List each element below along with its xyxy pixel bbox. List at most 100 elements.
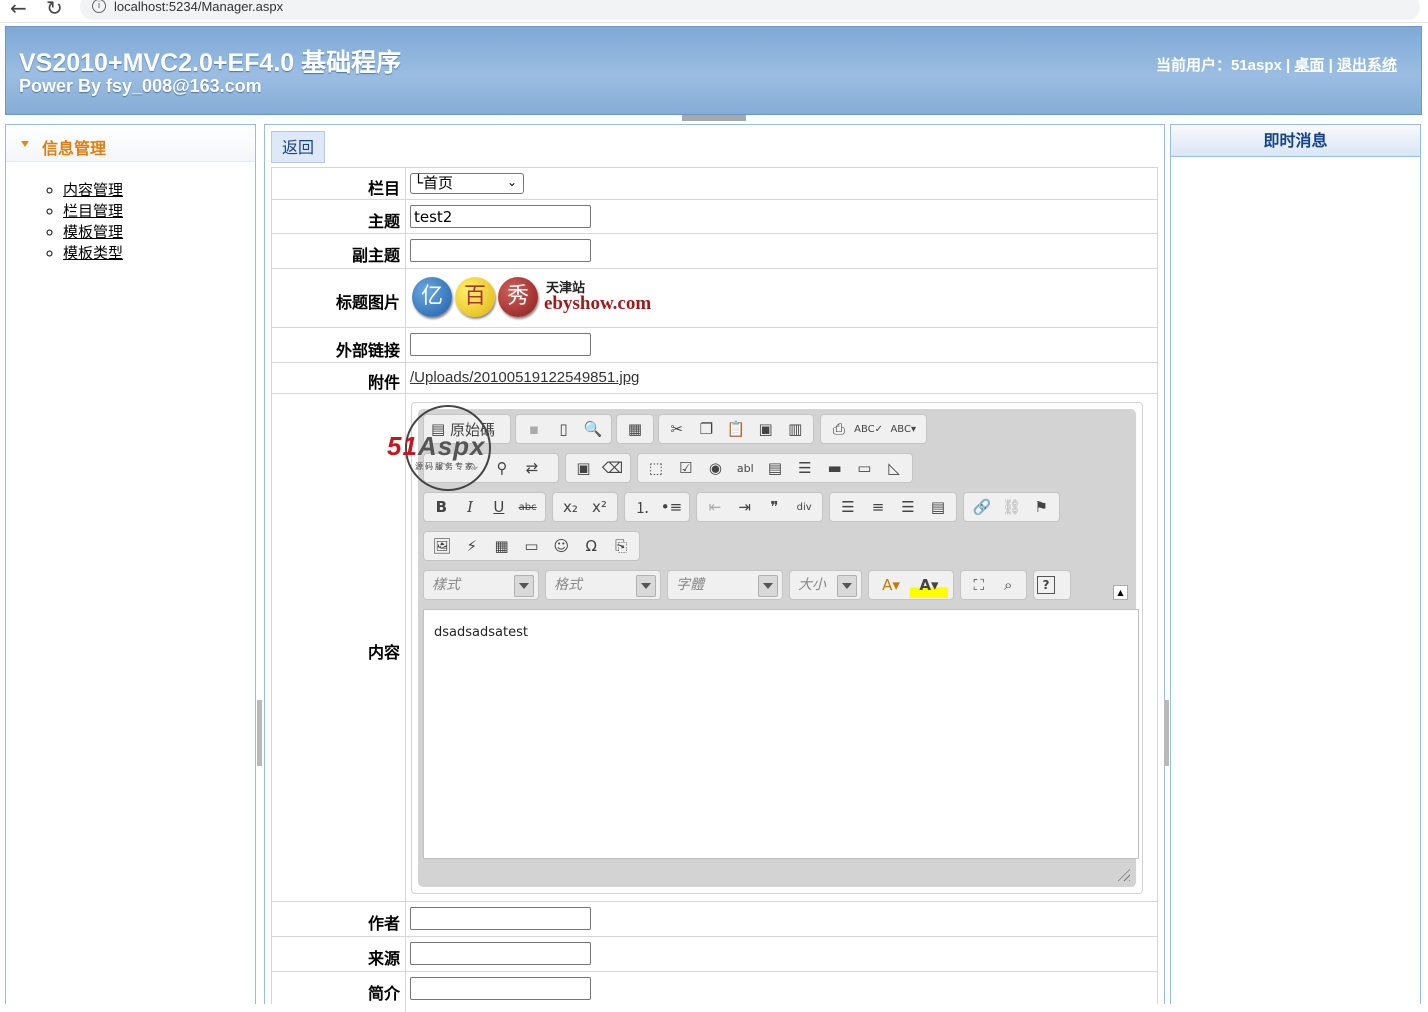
flash-icon[interactable]: ⚡ — [457, 533, 487, 559]
image-button-icon[interactable]: ▭ — [849, 455, 879, 481]
help-icon[interactable]: ? — [1037, 576, 1055, 594]
strikethrough-icon[interactable]: abc — [513, 494, 542, 520]
back-arrow-icon[interactable]: ← — [10, 0, 27, 20]
right-panel-title[interactable]: 即时消息 — [1171, 125, 1420, 157]
radio-icon[interactable]: ◉ — [701, 455, 731, 481]
external-link-label: 外部链接 — [272, 328, 406, 363]
form-row-external-link: 外部链接 — [272, 327, 1157, 363]
superscript-icon[interactable]: x² — [585, 494, 614, 520]
form-row-title-image: 标题图片 亿 百 秀 天津站 ebyshow.com — [272, 268, 1157, 328]
bold-icon[interactable]: B — [427, 494, 456, 520]
info-icon[interactable]: i — [92, 0, 106, 13]
sidebar-title[interactable]: 信息管理 — [42, 135, 106, 159]
right-splitter[interactable] — [1164, 700, 1169, 766]
smiley-icon[interactable]: ☺ — [546, 533, 576, 559]
title-image-label: 标题图片 — [272, 269, 406, 328]
back-button[interactable]: 返回 — [271, 131, 325, 163]
bulleted-list-icon[interactable]: •≡ — [657, 494, 686, 520]
preview-icon[interactable]: 🔍 — [578, 416, 608, 442]
select-field-icon[interactable]: ☰ — [790, 455, 820, 481]
copy-icon[interactable]: ❐ — [692, 416, 722, 442]
replace-icon[interactable]: ⇄ — [517, 455, 547, 481]
save-icon[interactable]: ▪ — [519, 416, 549, 442]
desktop-link[interactable]: 桌面 — [1294, 57, 1324, 74]
paste-icon[interactable]: 📋 — [721, 416, 751, 442]
collapse-arrow-icon[interactable] — [21, 141, 29, 147]
hidden-field-icon[interactable]: ◺ — [879, 455, 909, 481]
toolbar-collapse-icon[interactable]: ▲ — [1113, 585, 1128, 600]
subscript-icon[interactable]: x₂ — [556, 494, 585, 520]
paste-text-icon[interactable]: ▣ — [751, 416, 781, 442]
subject-input[interactable]: test2 — [410, 205, 591, 228]
textfield-icon[interactable]: abl — [730, 455, 760, 481]
unlink-icon[interactable]: ⛓ — [997, 494, 1027, 520]
align-left-icon[interactable]: ☰ — [833, 494, 863, 520]
horizontal-rule-icon[interactable]: ▭ — [517, 533, 547, 559]
size-combo[interactable]: 大小 — [789, 570, 862, 600]
create-div-icon[interactable]: div — [789, 494, 819, 520]
font-combo[interactable]: 字體 — [667, 570, 783, 600]
header-collapse-handle[interactable] — [682, 115, 746, 121]
url-box[interactable]: i localhost:5234/Manager.aspx — [80, 0, 1420, 20]
toolbar-group-insert: 🖼 ⚡ ▦ ▭ ☺ Ω ⎘ — [423, 531, 640, 561]
align-center-icon[interactable]: ≡ — [863, 494, 893, 520]
form-icon[interactable]: ⬚ — [641, 455, 671, 481]
align-justify-icon[interactable]: ▤ — [923, 494, 953, 520]
column-select[interactable]: └首页 ⌄ — [410, 173, 524, 194]
blockquote-icon[interactable]: ❞ — [760, 494, 790, 520]
sidebar-link-template-types[interactable]: 模板类型 — [63, 244, 123, 262]
sidebar-header[interactable]: 信息管理 — [6, 125, 255, 162]
spellcheck-dropdown-icon[interactable]: ABC▾ — [883, 416, 923, 442]
format-combo[interactable]: 格式 — [545, 570, 661, 600]
italic-icon[interactable]: I — [456, 494, 485, 520]
spellcheck-icon[interactable]: ABC✓ — [854, 416, 884, 442]
align-right-icon[interactable]: ☰ — [893, 494, 923, 520]
special-char-icon[interactable]: Ω — [576, 533, 606, 559]
sidebar-link-content[interactable]: 内容管理 — [63, 181, 123, 199]
bg-color-icon[interactable]: A▾ — [910, 572, 948, 598]
sidebar-link-columns[interactable]: 栏目管理 — [63, 202, 123, 220]
new-page-icon[interactable]: ▯ — [549, 416, 579, 442]
sidebar-link-templates[interactable]: 模板管理 — [63, 223, 123, 241]
resize-grip-icon[interactable] — [1116, 867, 1130, 881]
style-combo[interactable]: 樣式 — [423, 570, 539, 600]
page-break-icon[interactable]: ⎘ — [606, 533, 636, 559]
toolbar-group-document: ▪ ▯ 🔍 — [515, 414, 612, 444]
anchor-flag-icon[interactable]: ⚑ — [1026, 494, 1056, 520]
logo-char-3: 秀 — [498, 277, 538, 317]
external-link-input[interactable] — [410, 333, 591, 356]
editor-content[interactable]: dsadsadsatest — [423, 609, 1139, 859]
summary-input[interactable] — [410, 977, 591, 1000]
reload-icon[interactable]: ↻ — [46, 0, 63, 20]
textarea-icon[interactable]: ▤ — [760, 455, 790, 481]
sidebar-item-template-types: 模板类型 — [63, 243, 123, 264]
subtitle-input[interactable] — [410, 239, 591, 262]
select-all-icon[interactable]: ▣ — [569, 455, 598, 481]
text-color-icon[interactable]: A▾ — [872, 572, 910, 598]
left-splitter[interactable] — [257, 700, 262, 766]
url-text[interactable]: localhost:5234/Manager.aspx — [114, 0, 283, 14]
logo-site-text: ebyshow.com — [544, 293, 652, 314]
outdent-icon[interactable]: ⇤ — [700, 494, 730, 520]
underline-icon[interactable]: U — [485, 494, 514, 520]
show-blocks-icon[interactable]: ⌕ — [994, 572, 1024, 598]
paste-word-icon[interactable]: ▥ — [780, 416, 810, 442]
app-subtitle: Power By fsy_008@163.com — [19, 76, 262, 96]
logout-link[interactable]: 退出系统 — [1337, 57, 1397, 74]
right-panel: 即时消息 — [1170, 124, 1421, 1004]
numbered-list-icon[interactable]: ⒈ — [628, 494, 657, 520]
source-input[interactable] — [410, 942, 591, 965]
remove-format-icon[interactable]: ⌫ — [598, 455, 627, 481]
indent-icon[interactable]: ⇥ — [730, 494, 760, 520]
image-icon[interactable]: 🖼 — [427, 533, 457, 559]
attachment-link[interactable]: /Uploads/20100519122549851.jpg — [410, 369, 639, 386]
button-field-icon[interactable]: ▬ — [820, 455, 850, 481]
maximize-icon[interactable]: ⛶ — [964, 572, 994, 598]
cut-icon[interactable]: ✂ — [662, 416, 692, 442]
table-icon[interactable]: ▦ — [487, 533, 517, 559]
print-icon[interactable]: ⎙ — [824, 416, 854, 442]
checkbox-icon[interactable]: ☑ — [671, 455, 701, 481]
author-input[interactable] — [410, 907, 591, 930]
link-icon[interactable]: 🔗 — [967, 494, 997, 520]
templates-icon[interactable]: ▦ — [620, 416, 650, 442]
